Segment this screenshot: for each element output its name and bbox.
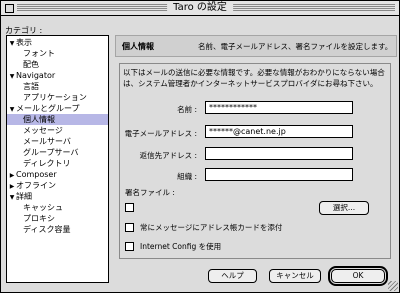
ok-button[interactable]: OK — [328, 266, 388, 286]
attach-card-row[interactable]: 常にメッセージにアドレス帳カードを添付 — [125, 222, 282, 233]
signature-checkbox-row[interactable] — [125, 203, 140, 212]
signature-label: 署名ファイル : — [125, 188, 175, 197]
info-text-line-1: 以下はメールの送信に必要な情報です。必要な情報がおわかりにならない場合 — [123, 68, 385, 77]
category-item[interactable]: メールサーバ — [7, 136, 71, 147]
category-item-label: ディレクトリ — [23, 159, 71, 168]
internet-config-label: Internet Config を使用 — [140, 242, 222, 251]
category-item-label: 個人情報 — [23, 115, 55, 124]
email-label: 電子メールアドレス : — [124, 129, 197, 138]
category-item[interactable]: ディスク容量 — [7, 224, 70, 235]
panel-heading: 個人情報 — [122, 42, 154, 51]
category-item-label: プロキシ — [23, 214, 55, 223]
category-item[interactable]: 個人情報 — [7, 114, 108, 125]
organization-label: 組織 : — [177, 172, 197, 181]
category-item-label: 言語 — [23, 82, 39, 91]
category-item-label: ディスク容量 — [23, 225, 71, 234]
name-label: 名前 : — [177, 105, 197, 114]
organization-field[interactable] — [205, 168, 353, 181]
category-item[interactable]: プロキシ — [7, 213, 55, 224]
category-item-label: Composer — [16, 170, 57, 179]
category-item-label: グループサーバ — [23, 148, 79, 157]
signature-checkbox[interactable] — [125, 203, 134, 212]
category-item[interactable]: グループサーバ — [7, 147, 78, 158]
reply-to-label: 返信先アドレス : — [139, 151, 197, 160]
cancel-button[interactable]: キャンセル — [269, 269, 321, 283]
category-item[interactable]: ▼ 表示 — [7, 37, 32, 48]
category-item[interactable]: ディレクトリ — [7, 158, 70, 169]
category-item-label: メッセージ — [23, 126, 63, 135]
category-item[interactable]: ▼ Navigator — [7, 70, 55, 81]
info-text: 以下はメールの送信に必要な情報です。必要な情報がおわかりにならない場合 は、シス… — [123, 67, 387, 89]
category-item[interactable]: ▶ オフライン — [7, 180, 56, 191]
internet-config-checkbox[interactable] — [125, 242, 134, 251]
title-bar[interactable]: Taro の設定 — [1, 1, 399, 16]
category-item-label: メールとグループ — [16, 104, 80, 113]
category-item[interactable]: ▼ メールとグループ — [7, 103, 80, 114]
category-item-label: アプリケーション — [23, 93, 87, 102]
info-text-line-2: は、システム管理者かインターネットサービスプロバイダにお尋ね下さい。 — [123, 79, 378, 88]
attach-card-checkbox[interactable] — [125, 223, 134, 232]
choose-signature-button[interactable]: 選択... — [319, 201, 369, 215]
category-item-label: 配色 — [23, 60, 39, 69]
resize-grip-icon[interactable] — [388, 281, 398, 291]
category-item[interactable]: 言語 — [7, 81, 39, 92]
category-list[interactable]: ▼ 表示 フォント配色 ▼ Navigator 言語アプリケーション ▼ メールとグループ 個人… — [6, 35, 109, 283]
category-item-label: フォント — [23, 49, 55, 58]
panel-description: 名前、電子メールアドレス、署名ファイルを設定します。 — [198, 42, 393, 51]
category-item[interactable]: メッセージ — [7, 125, 63, 136]
close-box-icon[interactable] — [5, 4, 14, 13]
category-item[interactable]: ▶ Composer — [7, 169, 57, 180]
panel-header: 個人情報 名前、電子メールアドレス、署名ファイルを設定します。 — [115, 35, 397, 57]
reply-to-field[interactable] — [205, 147, 353, 160]
preferences-window: Taro の設定 カテゴリ : ▼ 表示 フォント 配色 ▼ Navigator 言語 アプリ… — [0, 0, 400, 293]
category-item[interactable]: キャッシュ — [7, 202, 63, 213]
window-title: Taro の設定 — [167, 2, 233, 14]
category-item-label: 詳細 — [16, 192, 32, 201]
name-field[interactable]: ************ — [205, 101, 353, 114]
category-item[interactable]: アプリケーション — [7, 92, 87, 103]
internet-config-row[interactable]: Internet Config を使用 — [125, 241, 221, 252]
category-item[interactable]: フォント — [7, 48, 55, 59]
category-item[interactable]: ▼ 詳細 — [7, 191, 32, 202]
category-item[interactable]: 配色 — [7, 59, 39, 70]
category-item-label: Navigator — [16, 71, 56, 80]
category-item-label: キャッシュ — [23, 203, 63, 212]
help-button[interactable]: ヘルプ — [208, 269, 257, 283]
category-item-label: メールサーバ — [23, 137, 71, 146]
email-field[interactable]: ******@canet.ne.jp — [205, 125, 353, 138]
attach-card-label: 常にメッセージにアドレス帳カードを添付 — [140, 223, 283, 232]
category-item-label: オフライン — [16, 181, 56, 190]
category-item-label: 表示 — [16, 38, 32, 47]
